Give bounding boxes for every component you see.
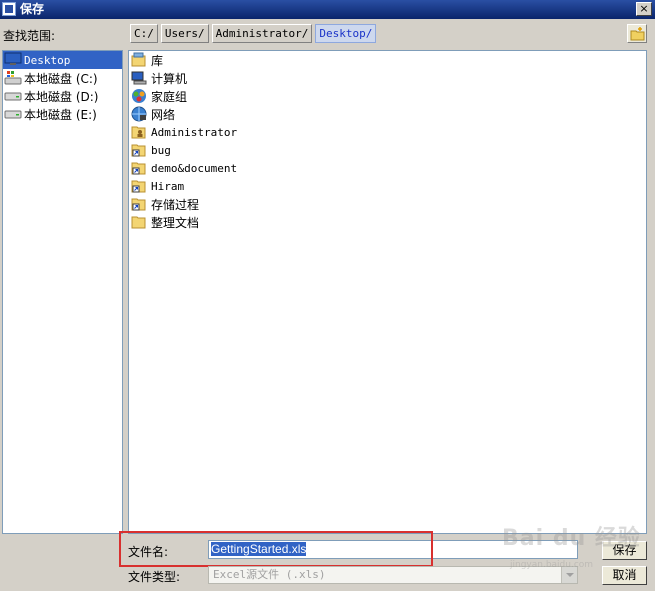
- file-label: Administrator: [151, 125, 238, 139]
- title-bar: 保存 ×: [0, 0, 655, 19]
- list-item[interactable]: demo&document: [129, 159, 646, 177]
- file-label: 网络: [151, 107, 176, 122]
- file-label: Hiram: [151, 179, 185, 193]
- place-drive-e[interactable]: 本地磁盘 (E:): [3, 105, 122, 123]
- file-label: 存储过程: [151, 197, 200, 212]
- new-folder-icon: [630, 27, 645, 41]
- shortcut-icon: [131, 142, 151, 158]
- place-label: 本地磁盘 (E:): [24, 107, 97, 122]
- shortcut-icon: [131, 160, 151, 176]
- filetype-label: 文件类型:: [128, 570, 181, 584]
- close-button[interactable]: ×: [636, 2, 652, 16]
- place-label: Desktop: [24, 53, 71, 67]
- file-list[interactable]: 库 计算机 家庭组 网络 Administrator bug demo&docu…: [128, 50, 647, 534]
- list-item[interactable]: 存储过程: [129, 195, 646, 213]
- app-icon: [2, 2, 16, 16]
- cancel-button[interactable]: 取消: [602, 566, 647, 585]
- crumb-users[interactable]: Users/: [160, 24, 209, 43]
- list-item[interactable]: 家庭组: [129, 87, 646, 105]
- list-item[interactable]: 库: [129, 51, 646, 69]
- place-drive-c[interactable]: 本地磁盘 (C:): [3, 69, 122, 87]
- shortcut-icon: [131, 178, 151, 194]
- place-drive-d[interactable]: 本地磁盘 (D:): [3, 87, 122, 105]
- shortcut-icon: [131, 196, 151, 212]
- watermark-brand: Bai du 经验: [502, 526, 641, 551]
- place-label: 本地磁盘 (C:): [24, 71, 98, 86]
- place-label: 本地磁盘 (D:): [24, 89, 99, 104]
- highlight-annotation: [119, 531, 433, 567]
- list-item[interactable]: 网络: [129, 105, 646, 123]
- file-label: demo&document: [151, 161, 238, 175]
- crumb-administrator[interactable]: Administrator/: [211, 24, 313, 43]
- crumb-c-drive[interactable]: C:/: [130, 24, 158, 43]
- network-icon: [131, 106, 151, 122]
- drive-icon: [4, 106, 24, 122]
- watermark: Bai du 经验 jingyan.baidu.com: [502, 520, 641, 570]
- place-desktop[interactable]: Desktop: [3, 51, 122, 69]
- list-item[interactable]: Administrator: [129, 123, 646, 141]
- filetype-value: Excel源文件 (.xls): [213, 568, 326, 581]
- desktop-icon: [4, 52, 24, 68]
- computer-icon: [131, 70, 151, 86]
- list-item[interactable]: Hiram: [129, 177, 646, 195]
- list-item[interactable]: 计算机: [129, 69, 646, 87]
- homegroup-icon: [131, 88, 151, 104]
- breadcrumb: C:/ Users/ Administrator/ Desktop/: [130, 24, 377, 44]
- new-folder-button[interactable]: [627, 24, 647, 43]
- file-label: 计算机: [151, 71, 188, 86]
- file-label: 家庭组: [151, 89, 188, 104]
- file-label: bug: [151, 143, 171, 157]
- lookin-label: 查找范围:: [3, 29, 56, 43]
- crumb-desktop[interactable]: Desktop/: [315, 24, 377, 43]
- user-folder-icon: [131, 124, 151, 140]
- folder-icon: [131, 214, 151, 230]
- file-label: 整理文档: [151, 215, 200, 230]
- drive-icon: [4, 88, 24, 104]
- list-item[interactable]: 整理文档: [129, 213, 646, 231]
- library-icon: [131, 52, 151, 68]
- window-title: 保存: [20, 2, 45, 16]
- watermark-url: jingyan.baidu.com: [510, 560, 594, 570]
- file-label: 库: [151, 53, 164, 68]
- system-drive-icon: [4, 70, 24, 86]
- list-item[interactable]: bug: [129, 141, 646, 159]
- places-pane[interactable]: Desktop 本地磁盘 (C:) 本地磁盘 (D:) 本地磁盘 (E:): [2, 50, 123, 534]
